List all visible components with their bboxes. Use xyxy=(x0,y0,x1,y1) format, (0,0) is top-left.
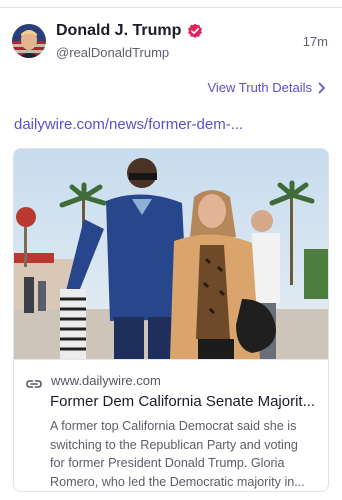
view-truth-details-link[interactable]: View Truth Details xyxy=(207,80,326,95)
link-preview-image xyxy=(14,149,328,359)
post-header: Donald J. Trump @realDonaldTrump 17m xyxy=(12,22,330,66)
post-timestamp: 17m xyxy=(302,34,328,49)
link-domain: www.dailywire.com xyxy=(51,373,161,388)
chevron-right-icon xyxy=(318,82,326,94)
author-display-name[interactable]: Donald J. Trump xyxy=(56,22,181,40)
view-truth-details-label: View Truth Details xyxy=(207,80,312,95)
top-divider xyxy=(0,7,342,8)
link-description-line: Romero, who led the Democratic majority … xyxy=(50,474,305,489)
link-description: A former top California Democrat said sh… xyxy=(50,417,320,491)
link-title[interactable]: Former Dem California Senate Majorit... xyxy=(50,393,320,410)
link-preview-meta: www.dailywire.com Former Dem California … xyxy=(14,359,328,491)
avatar[interactable] xyxy=(12,24,46,58)
author-name-row: Donald J. Trump xyxy=(56,22,203,40)
link-preview-card[interactable]: www.dailywire.com Former Dem California … xyxy=(13,148,329,492)
link-description-line: for former President Donald Trump. Glori… xyxy=(50,456,285,470)
author-handle[interactable]: @realDonaldTrump xyxy=(56,45,169,60)
link-icon xyxy=(26,376,42,388)
link-description-line: switching to the Republican Party and vo… xyxy=(50,437,298,452)
post-body-link[interactable]: dailywire.com/news/former-dem-... xyxy=(14,116,243,133)
link-domain-row: www.dailywire.com xyxy=(26,373,161,388)
verified-badge-icon xyxy=(187,23,203,39)
link-description-line: A former top California Democrat said sh… xyxy=(50,419,297,433)
